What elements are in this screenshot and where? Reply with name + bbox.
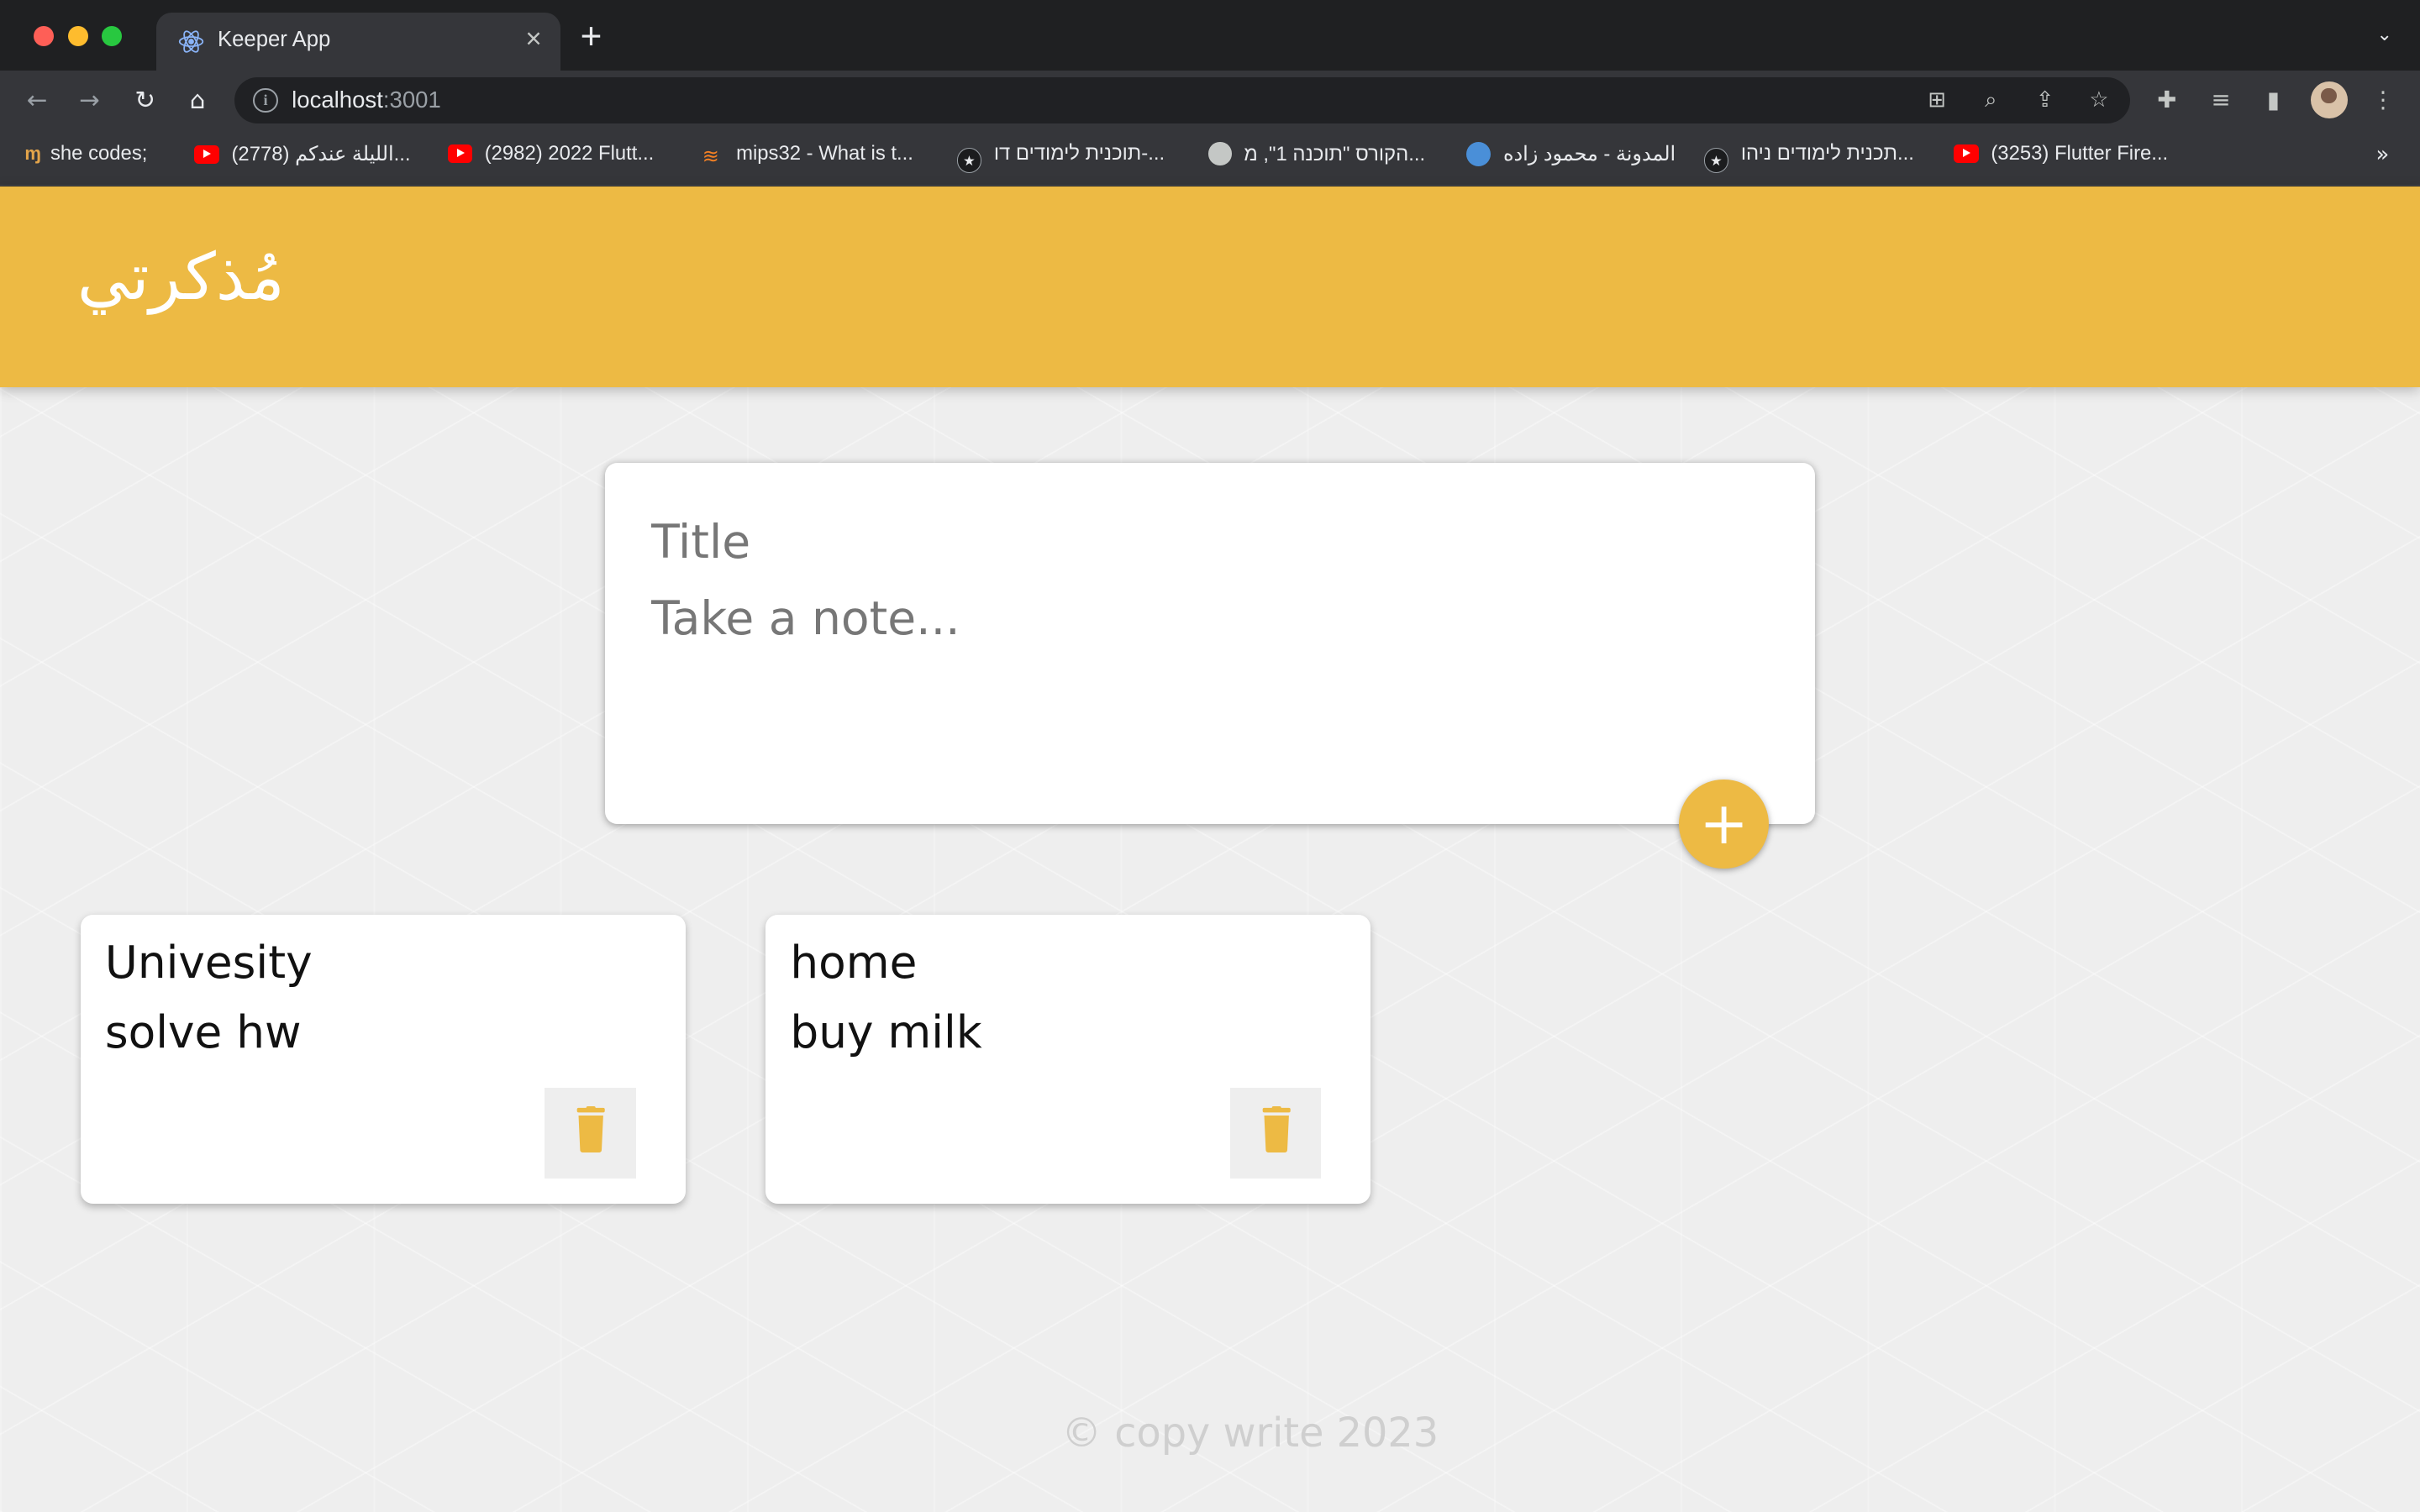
star-icon: ★: [956, 148, 982, 173]
globe-icon: [1208, 141, 1232, 165]
bookmark-item[interactable]: ★ תכנית לימודים ניהו...: [1703, 142, 1914, 173]
new-tab-button[interactable]: +: [581, 18, 602, 55]
app-title: مُذكرتي: [76, 239, 285, 315]
address-bar[interactable]: i localhost:3001 ⊞ ⌕ ⇪ ☆: [234, 76, 2130, 123]
delete-note-button[interactable]: [1229, 1087, 1322, 1179]
add-note-button[interactable]: +: [1679, 779, 1769, 869]
footer-copyright: © copy write 2023: [1061, 1410, 1439, 1457]
note-content-textarea[interactable]: [651, 585, 1763, 772]
delete-note-button[interactable]: [544, 1087, 636, 1179]
forward-arrow-icon[interactable]: →: [74, 85, 105, 116]
she-codes-icon: ɱ: [24, 142, 41, 164]
trash-icon: [1262, 1105, 1291, 1152]
extensions-puzzle-icon[interactable]: ✚: [2151, 85, 2182, 116]
bookmark-item[interactable]: (3253) Flutter Fire...: [1954, 142, 2168, 170]
youtube-icon: [447, 144, 473, 163]
youtube-icon: [1954, 144, 1979, 163]
react-icon: [179, 30, 204, 53]
browser-tabstrip: Keeper App × + ⌄: [0, 0, 2420, 71]
page-viewport: مُذكرتي + Univesity solve hw home buy mi…: [0, 186, 2420, 1512]
back-arrow-icon[interactable]: ←: [22, 85, 53, 116]
tab-title: Keeper App: [217, 28, 331, 52]
note-content: solve hw: [104, 1005, 302, 1058]
side-panel-icon[interactable]: ▮: [2258, 85, 2289, 116]
window-close-button[interactable]: [34, 26, 55, 47]
trash-icon: [576, 1105, 605, 1152]
bookmark-item[interactable]: (2982) 2022 Flutt...: [447, 142, 654, 170]
note-title: Univesity: [104, 936, 313, 989]
browser-tab-active[interactable]: Keeper App ×: [155, 12, 560, 71]
bookmark-star-icon[interactable]: ☆: [2085, 87, 2112, 114]
create-note-form: [605, 463, 1815, 824]
share-icon[interactable]: ⇪: [2031, 87, 2059, 114]
note-title-input[interactable]: [651, 509, 1763, 575]
bookmark-item[interactable]: ★ תוכנית לימודים דו-...: [956, 142, 1165, 173]
bookmark-item[interactable]: (2778) الليلة عندكم...: [194, 142, 411, 170]
note-title: home: [790, 936, 918, 989]
bookmark-item[interactable]: المدونة - محمود زاده: [1465, 141, 1676, 170]
browser-toolbar: ← → ↻ ⌂ i localhost:3001 ⊞ ⌕ ⇪ ☆ ✚ ≡ ▮ ⋮: [0, 71, 2420, 130]
browser-menu-icon[interactable]: ⋮: [2368, 85, 2399, 116]
tab-close-icon[interactable]: ×: [525, 24, 541, 55]
site-info-icon[interactable]: i: [253, 87, 278, 113]
star-icon: ★: [1703, 148, 1729, 173]
home-icon[interactable]: ⌂: [182, 85, 213, 116]
reload-icon[interactable]: ↻: [129, 85, 160, 116]
stackoverflow-icon: ≋: [702, 144, 719, 168]
bookmarks-bar: ɱ she codes; (2778) الليلة عندكم... (2982…: [0, 129, 2420, 186]
media-queue-icon[interactable]: ≡: [2206, 85, 2237, 116]
app-header: مُذكرتي: [0, 186, 2420, 387]
profile-avatar[interactable]: [2310, 81, 2348, 119]
zoom-icon[interactable]: ⌕: [1977, 87, 2005, 114]
url-text: localhost:3001: [292, 86, 441, 113]
window-maximize-button[interactable]: [102, 26, 123, 47]
note-card: Univesity solve hw: [80, 915, 686, 1204]
note-card: home buy milk: [765, 915, 1371, 1204]
translate-icon[interactable]: ⊞: [1923, 87, 1951, 114]
bookmark-item[interactable]: הקורס "תוכנה 1", מ...: [1208, 141, 1425, 170]
bookmark-item[interactable]: ɱ she codes;: [24, 142, 147, 170]
tab-search-chevron-icon[interactable]: ⌄: [2376, 24, 2391, 45]
bookmark-item[interactable]: ≋ mips32 - What is t...: [702, 142, 913, 170]
youtube-icon: [194, 144, 219, 164]
window-minimize-button[interactable]: [67, 26, 88, 47]
bookmarks-overflow-button[interactable]: »: [2376, 142, 2390, 167]
note-content: buy milk: [790, 1005, 982, 1058]
person-icon: [1465, 141, 1491, 167]
